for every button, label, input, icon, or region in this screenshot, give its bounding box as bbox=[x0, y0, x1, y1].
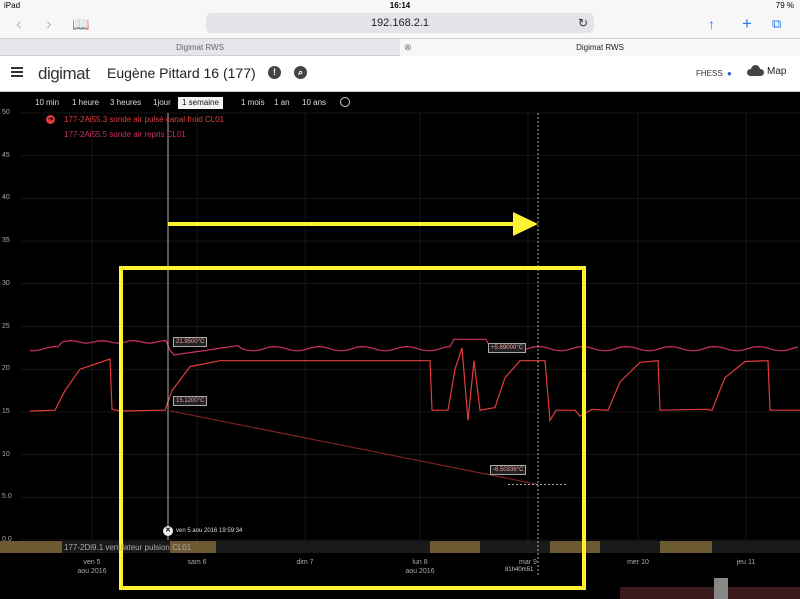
tab-2-label: Digimat RWS bbox=[576, 43, 624, 52]
app-logo: digimat bbox=[38, 64, 90, 83]
scroll-handle[interactable] bbox=[714, 578, 728, 599]
search-icon[interactable]: ⌕ bbox=[294, 66, 307, 79]
menu-icon[interactable] bbox=[11, 67, 23, 77]
range-3hours[interactable]: 3 heures bbox=[110, 97, 141, 109]
cursor-timestamp: ven 5 aou 2016 19:59:34 bbox=[176, 528, 243, 534]
share-icon[interactable]: ↑ bbox=[708, 14, 715, 34]
tab-1[interactable]: Digimat RWS bbox=[0, 39, 400, 56]
range-10years[interactable]: 10 ans bbox=[302, 97, 326, 109]
settings-icon[interactable] bbox=[340, 97, 350, 107]
range-1year[interactable]: 1 an bbox=[274, 97, 290, 109]
y-tick-label: 10 bbox=[2, 450, 10, 458]
flag-icon[interactable]: ● bbox=[727, 69, 732, 78]
y-tick-label: 25 bbox=[2, 322, 10, 330]
close-tab-icon[interactable]: ⊗ bbox=[404, 39, 412, 56]
digital-on-segment bbox=[660, 541, 712, 553]
value-tag-4: -6.50336°C bbox=[490, 465, 527, 475]
y-tick-label: 5.0 bbox=[2, 493, 12, 501]
forward-icon[interactable]: › bbox=[46, 14, 52, 34]
user-name[interactable]: FHESS bbox=[696, 69, 723, 78]
x-tick-label: mar 9 bbox=[519, 559, 537, 566]
page-title: Eugène Pittard 16 (177) bbox=[107, 65, 256, 81]
supply-air-series bbox=[29, 347, 800, 423]
legend-return[interactable]: 177-2Ai55.5 sonde air repris CL01 bbox=[64, 130, 186, 139]
tab-1-label: Digimat RWS bbox=[176, 43, 224, 52]
annotation-arrow-head bbox=[513, 212, 538, 236]
y-tick-label: 35 bbox=[2, 237, 10, 245]
back-icon[interactable]: ‹ bbox=[16, 14, 22, 34]
trend-chart[interactable] bbox=[0, 109, 800, 599]
return-air-series bbox=[29, 338, 799, 356]
url-text: 192.168.2.1 bbox=[370, 17, 430, 29]
y-tick-label: 30 bbox=[2, 279, 10, 287]
tab-bar: Digimat RWS ⊗ Digimat RWS bbox=[0, 38, 800, 56]
digital-on-segment bbox=[550, 541, 600, 553]
range-1hour[interactable]: 1 heure bbox=[72, 97, 99, 109]
delta-line bbox=[169, 410, 539, 485]
value-tag-1: 21.9500°C bbox=[173, 337, 208, 347]
y-tick-label: 50 bbox=[2, 109, 10, 116]
legend-supply[interactable]: 177-2Ai55.3 sonde air pulsé canal froid … bbox=[64, 115, 224, 124]
close-cursor-icon[interactable]: ✕ bbox=[163, 526, 173, 536]
range-10min[interactable]: 10 min bbox=[35, 97, 59, 109]
new-tab-icon[interactable]: + bbox=[742, 14, 752, 34]
digital-series-label: 177-2Di9.1 ventilateur pulsion CL01 bbox=[64, 543, 192, 552]
tabs-icon[interactable]: ⧉ bbox=[772, 14, 781, 34]
y-tick-label: 20 bbox=[2, 365, 10, 373]
tab-2[interactable]: ⊗ Digimat RWS bbox=[400, 39, 800, 56]
y-tick-label: 40 bbox=[2, 194, 10, 202]
range-1day[interactable]: 1jour bbox=[153, 97, 171, 109]
status-bar: iPad 16:14 79 % bbox=[0, 0, 800, 12]
elapsed-time: 81h40m51 bbox=[505, 567, 534, 573]
value-tag-2: 15.1200°C bbox=[173, 396, 208, 406]
map-link[interactable]: Map bbox=[767, 66, 786, 77]
x-tick-label: mer 10 bbox=[627, 559, 649, 566]
browser-toolbar: ‹ › 📖 192.168.2.1 ↻ ↑ + ⧉ bbox=[0, 12, 800, 38]
alert-icon[interactable]: ! bbox=[268, 66, 281, 79]
reload-icon[interactable]: ↻ bbox=[578, 13, 588, 33]
x-tick-label: jeu 11 bbox=[736, 559, 756, 566]
bookmarks-icon[interactable]: 📖 bbox=[72, 14, 89, 34]
time-range-bar: 10 min 1 heure 3 heures 1jour 1 semaine … bbox=[0, 96, 800, 110]
app-header: digimat Eugène Pittard 16 (177) ! ⌕ FHES… bbox=[0, 56, 800, 92]
x-tick-label: sam 6 bbox=[187, 559, 207, 566]
x-tick-label: ven 5 aou 2016 bbox=[77, 559, 107, 575]
value-tag-3: +5.69000°C bbox=[488, 343, 526, 353]
range-1week[interactable]: 1 semaine bbox=[178, 97, 223, 109]
url-bar[interactable]: 192.168.2.1 ↻ bbox=[206, 13, 594, 33]
screen: iPad 16:14 79 % ‹ › 📖 192.168.2.1 ↻ ↑ + … bbox=[0, 0, 800, 599]
x-tick-label: dim 7 bbox=[296, 559, 314, 566]
y-tick-label: 45 bbox=[2, 151, 10, 159]
x-tick-label: lun 8 aou 2016 bbox=[405, 559, 435, 575]
range-1month[interactable]: 1 mois bbox=[241, 97, 265, 109]
y-tick-label: 15 bbox=[2, 407, 10, 415]
clock: 16:14 bbox=[389, 1, 411, 10]
y-tick-label: 0.0 bbox=[2, 536, 12, 543]
legend-arrow-icon[interactable]: ➜ bbox=[46, 115, 55, 124]
cloud-icon[interactable] bbox=[747, 65, 764, 76]
overview-strip bbox=[620, 587, 800, 599]
battery-level: 79 % bbox=[775, 1, 794, 10]
digital-on-segment bbox=[430, 541, 480, 553]
